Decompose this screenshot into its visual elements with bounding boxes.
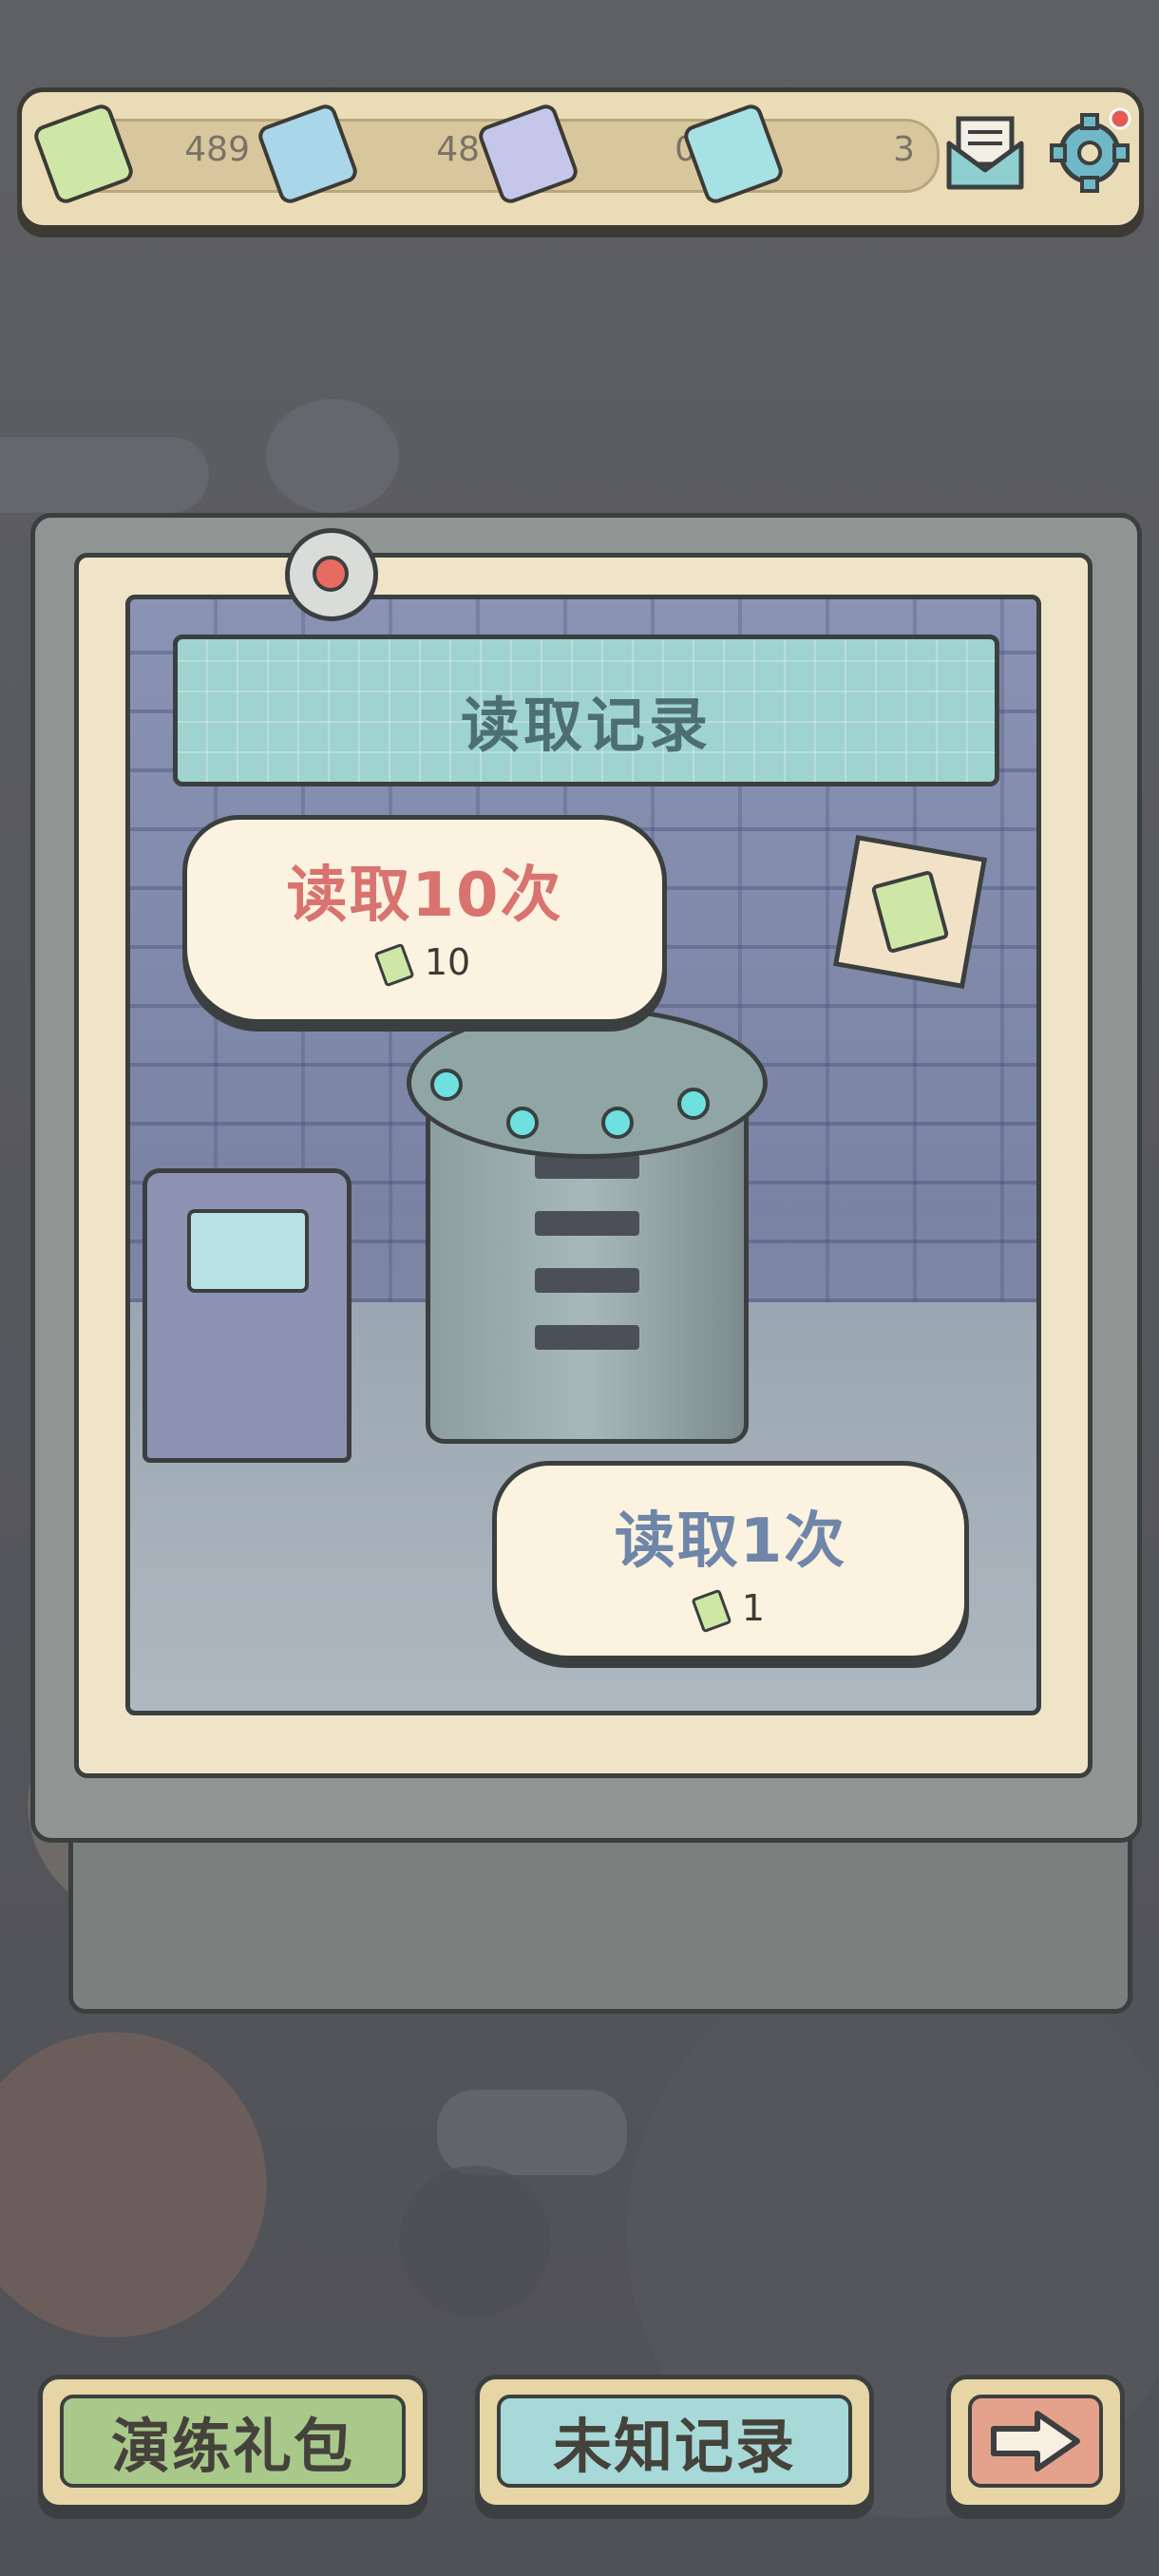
mail-icon bbox=[946, 116, 1024, 190]
currency-bar: 489 48 0 3 bbox=[17, 87, 1144, 230]
sensor-light bbox=[285, 528, 378, 621]
currency-value-blue: 48 bbox=[436, 130, 480, 169]
gear-icon bbox=[1050, 107, 1131, 193]
ticket-icon bbox=[373, 942, 415, 987]
ticket-icon bbox=[870, 869, 950, 955]
drill-gift-button[interactable]: 演练礼包 bbox=[38, 2375, 428, 2510]
settings-button[interactable] bbox=[1048, 107, 1133, 193]
ticket-icon bbox=[691, 1588, 732, 1633]
read-ten-label: 读取10次 bbox=[286, 861, 563, 931]
title-bar: 读取记录 bbox=[173, 635, 999, 786]
reactor-light bbox=[506, 1107, 539, 1139]
ticket-stamp bbox=[832, 834, 988, 990]
reactor-light bbox=[677, 1088, 710, 1120]
drill-gift-label: 演练礼包 bbox=[60, 2395, 406, 2488]
unknown-record-button[interactable]: 未知记录 bbox=[475, 2375, 874, 2510]
reactor-light bbox=[430, 1069, 463, 1101]
reactor-light bbox=[601, 1107, 634, 1139]
read-ten-cost: 10 bbox=[187, 941, 662, 987]
currency-value-green: 489 bbox=[184, 130, 250, 169]
arrow-right-icon bbox=[991, 2411, 1080, 2472]
next-button[interactable] bbox=[946, 2375, 1125, 2510]
read-one-button[interactable]: 读取1次 1 bbox=[492, 1461, 969, 1660]
console-machine bbox=[142, 1168, 352, 1463]
mail-button[interactable] bbox=[945, 115, 1025, 191]
read-one-cost: 1 bbox=[497, 1587, 964, 1633]
read-one-label: 读取1次 bbox=[614, 1506, 847, 1577]
read-ten-button[interactable]: 读取10次 10 bbox=[182, 815, 667, 1024]
currency-value-cyan: 3 bbox=[893, 130, 915, 169]
console-screen bbox=[187, 1209, 309, 1293]
next-inner bbox=[968, 2395, 1103, 2488]
reactor-top bbox=[407, 1007, 768, 1159]
unknown-record-label: 未知记录 bbox=[497, 2395, 852, 2488]
panel-title: 读取记录 bbox=[460, 691, 712, 760]
